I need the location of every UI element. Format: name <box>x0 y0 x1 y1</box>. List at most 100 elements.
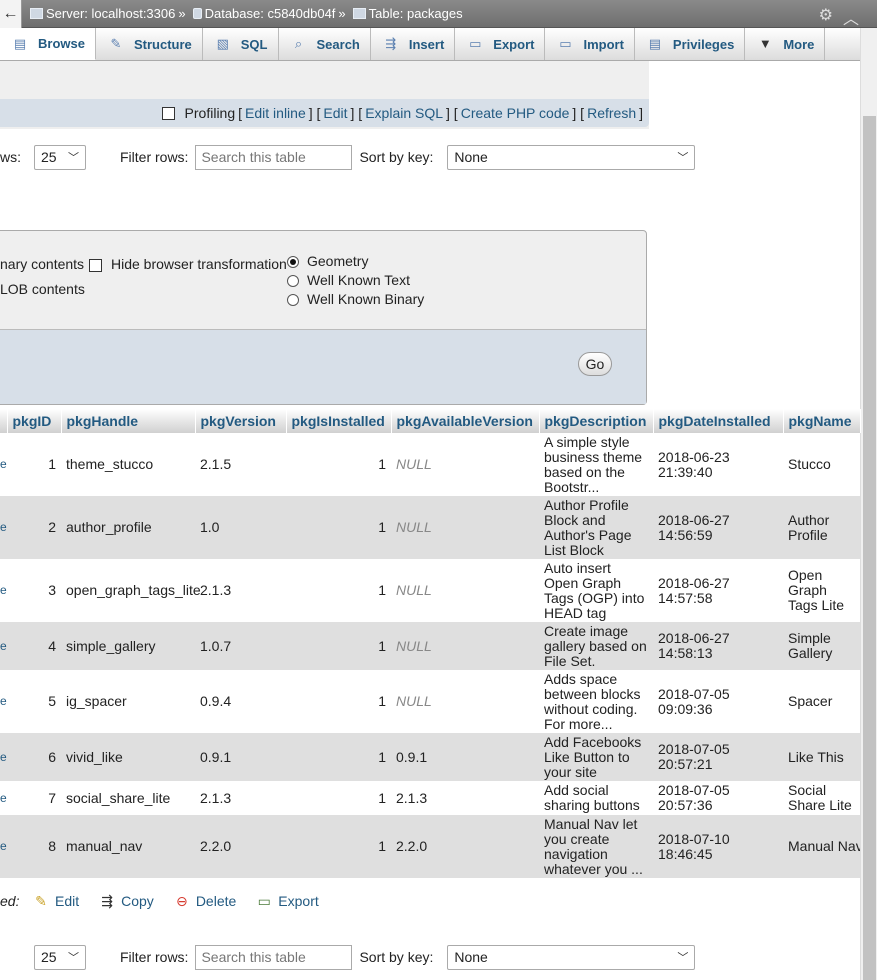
cell-pkgdescription[interactable]: Adds space between blocks without coding… <box>539 670 653 733</box>
cell-pkgname[interactable]: Manual Nav <box>783 815 860 878</box>
cell-pkgdateinstalled[interactable]: 2018-06-27 14:58:13 <box>653 622 783 670</box>
well-known-text-radio[interactable] <box>287 275 299 288</box>
cell-pkgversion[interactable]: 2.1.3 <box>195 781 286 815</box>
cell-pkgdescription[interactable]: Manual Nav let you create navigation wha… <box>539 815 653 878</box>
breadcrumb-server[interactable]: Server: localhost:3306 <box>30 6 175 21</box>
cell-pkgname[interactable]: Author Profile <box>783 496 860 559</box>
cell-pkgisinstalled[interactable]: 1 <box>286 781 391 815</box>
cell-pkgdescription[interactable]: Add social sharing buttons <box>539 781 653 815</box>
tab-browse[interactable]: ▤ Browse <box>0 28 96 60</box>
cell-pkgavailableversion[interactable]: NULL <box>391 622 539 670</box>
cell-pkgdescription[interactable]: Create image gallery based on File Set. <box>539 622 653 670</box>
cell-pkgavailableversion[interactable]: 0.9.1 <box>391 733 539 781</box>
well-known-binary-option[interactable]: Well Known Binary <box>287 291 424 307</box>
bulk-delete-button[interactable]: ⊖ Delete <box>174 893 236 909</box>
cell-pkgid[interactable]: 8 <box>7 815 61 878</box>
cell-pkgdateinstalled[interactable]: 2018-07-10 18:46:45 <box>653 815 783 878</box>
column-header-pkgid[interactable]: pkgID <box>7 409 62 433</box>
cell-pkgavailableversion[interactable]: NULL <box>391 433 539 496</box>
cell-pkgname[interactable]: Stucco <box>783 433 860 496</box>
hide-browser-transformation-option[interactable]: Hide browser transformation <box>89 256 287 272</box>
cell-pkghandle[interactable]: ig_spacer <box>61 670 195 733</box>
cell-pkgid[interactable]: 7 <box>7 781 61 815</box>
cell-pkgdateinstalled[interactable]: 2018-06-23 21:39:40 <box>653 433 783 496</box>
cell-pkgisinstalled[interactable]: 1 <box>286 670 391 733</box>
cell-pkgdateinstalled[interactable]: 2018-07-05 20:57:21 <box>653 733 783 781</box>
cell-pkgdateinstalled[interactable]: 2018-07-05 09:09:36 <box>653 670 783 733</box>
bulk-copy-button[interactable]: ⇶ Copy <box>99 893 154 909</box>
sort-by-key-select[interactable]: None ﹀ <box>447 144 696 170</box>
edit-link[interactable]: Edit <box>323 105 347 121</box>
cell-pkghandle[interactable]: vivid_like <box>61 733 195 781</box>
cell-pkgid[interactable]: 2 <box>7 496 61 559</box>
cell-pkgid[interactable]: 5 <box>7 670 61 733</box>
cell-pkgname[interactable]: Social Share Lite <box>783 781 860 815</box>
cell-pkgname[interactable]: Open Graph Tags Lite <box>783 559 860 622</box>
row-action-link[interactable]: e <box>0 670 7 733</box>
geometry-radio[interactable] <box>287 256 299 269</box>
cell-pkghandle[interactable]: manual_nav <box>61 815 195 878</box>
cell-pkgname[interactable]: Spacer <box>783 670 860 733</box>
profiling-checkbox[interactable] <box>161 106 175 120</box>
cell-pkgisinstalled[interactable]: 1 <box>286 559 391 622</box>
tab-more[interactable]: ▼ More <box>745 28 826 60</box>
cell-pkgdescription[interactable]: Author Profile Block and Author's Page L… <box>539 496 653 559</box>
cell-pkgdateinstalled[interactable]: 2018-06-27 14:56:59 <box>653 496 783 559</box>
back-arrow-icon[interactable]: ← <box>0 0 22 28</box>
tab-search[interactable]: ⌕ Search <box>279 28 371 60</box>
cell-pkgisinstalled[interactable]: 1 <box>286 433 391 496</box>
go-button[interactable]: Go <box>578 352 612 376</box>
vertical-scrollbar[interactable] <box>860 28 877 980</box>
cell-pkghandle[interactable]: author_profile <box>61 496 195 559</box>
hide-browser-transformation-checkbox[interactable] <box>89 258 102 272</box>
cell-pkgversion[interactable]: 1.0.7 <box>195 622 286 670</box>
cell-pkghandle[interactable]: simple_gallery <box>61 622 195 670</box>
well-known-binary-radio[interactable] <box>287 294 299 307</box>
rows-per-page-select[interactable]: 25 ﹀ <box>34 144 86 170</box>
bulk-edit-button[interactable]: ✎ Edit <box>33 893 79 909</box>
cell-pkghandle[interactable]: open_graph_tags_lite <box>61 559 201 622</box>
cell-pkgavailableversion[interactable]: 2.2.0 <box>391 815 539 878</box>
cell-pkgid[interactable]: 1 <box>7 433 61 496</box>
breadcrumb-database[interactable]: Database: c5840db04f <box>192 6 335 21</box>
cell-pkgversion[interactable]: 2.1.3 <box>195 559 286 622</box>
column-header-pkgdescription[interactable]: pkgDescription <box>539 409 654 433</box>
cell-pkgisinstalled[interactable]: 1 <box>286 622 391 670</box>
bulk-export-button[interactable]: ▭ Export <box>256 893 319 909</box>
cell-pkgdescription[interactable]: A simple style business theme based on t… <box>539 433 653 496</box>
tab-structure[interactable]: ✎ Structure <box>96 28 203 60</box>
cell-pkgversion[interactable]: 0.9.1 <box>195 733 286 781</box>
cell-pkgisinstalled[interactable]: 1 <box>286 815 391 878</box>
cell-pkgavailableversion[interactable]: NULL <box>391 559 539 622</box>
create-php-code-link[interactable]: Create PHP code <box>461 105 570 121</box>
column-header-pkgdateinstalled[interactable]: pkgDateInstalled <box>653 409 784 433</box>
scrollbar-thumb[interactable] <box>863 116 876 980</box>
rows-per-page-select[interactable]: 25 ﹀ <box>34 944 86 970</box>
row-action-link[interactable]: e <box>0 433 7 496</box>
cell-pkgname[interactable]: Like This <box>783 733 860 781</box>
explain-sql-link[interactable]: Explain SQL <box>365 105 443 121</box>
row-action-link[interactable]: e <box>0 496 7 559</box>
cell-pkgavailableversion[interactable]: NULL <box>391 670 539 733</box>
tab-export[interactable]: ▭ Export <box>455 28 546 60</box>
cell-pkgisinstalled[interactable]: 1 <box>286 733 391 781</box>
cell-pkgdescription[interactable]: Auto insert Open Graph Tags (OGP) into H… <box>539 559 653 622</box>
geometry-option[interactable]: Geometry <box>287 253 368 269</box>
filter-rows-input[interactable]: Search this table <box>195 944 353 970</box>
cell-pkgname[interactable]: Simple Gallery <box>783 622 860 670</box>
tab-insert[interactable]: ⇶ Insert <box>371 28 456 60</box>
filter-rows-input[interactable]: Search this table <box>195 144 353 170</box>
column-header-pkgisinstalled[interactable]: pkgIsInstalled <box>286 409 392 433</box>
well-known-text-option[interactable]: Well Known Text <box>287 272 410 288</box>
tab-import[interactable]: ▭ Import <box>545 28 635 60</box>
cell-pkghandle[interactable]: social_share_lite <box>61 781 195 815</box>
sort-by-key-select[interactable]: None ﹀ <box>447 944 696 970</box>
refresh-link[interactable]: Refresh <box>587 105 636 121</box>
column-header-pkgname[interactable]: pkgName <box>783 409 861 433</box>
cell-pkgid[interactable]: 4 <box>7 622 61 670</box>
cell-pkgavailableversion[interactable]: 2.1.3 <box>391 781 539 815</box>
tab-privileges[interactable]: ▤ Privileges <box>635 28 746 60</box>
tab-sql[interactable]: ▧ SQL <box>203 28 279 60</box>
cell-pkgid[interactable]: 6 <box>7 733 61 781</box>
cell-pkgversion[interactable]: 2.1.5 <box>195 433 286 496</box>
